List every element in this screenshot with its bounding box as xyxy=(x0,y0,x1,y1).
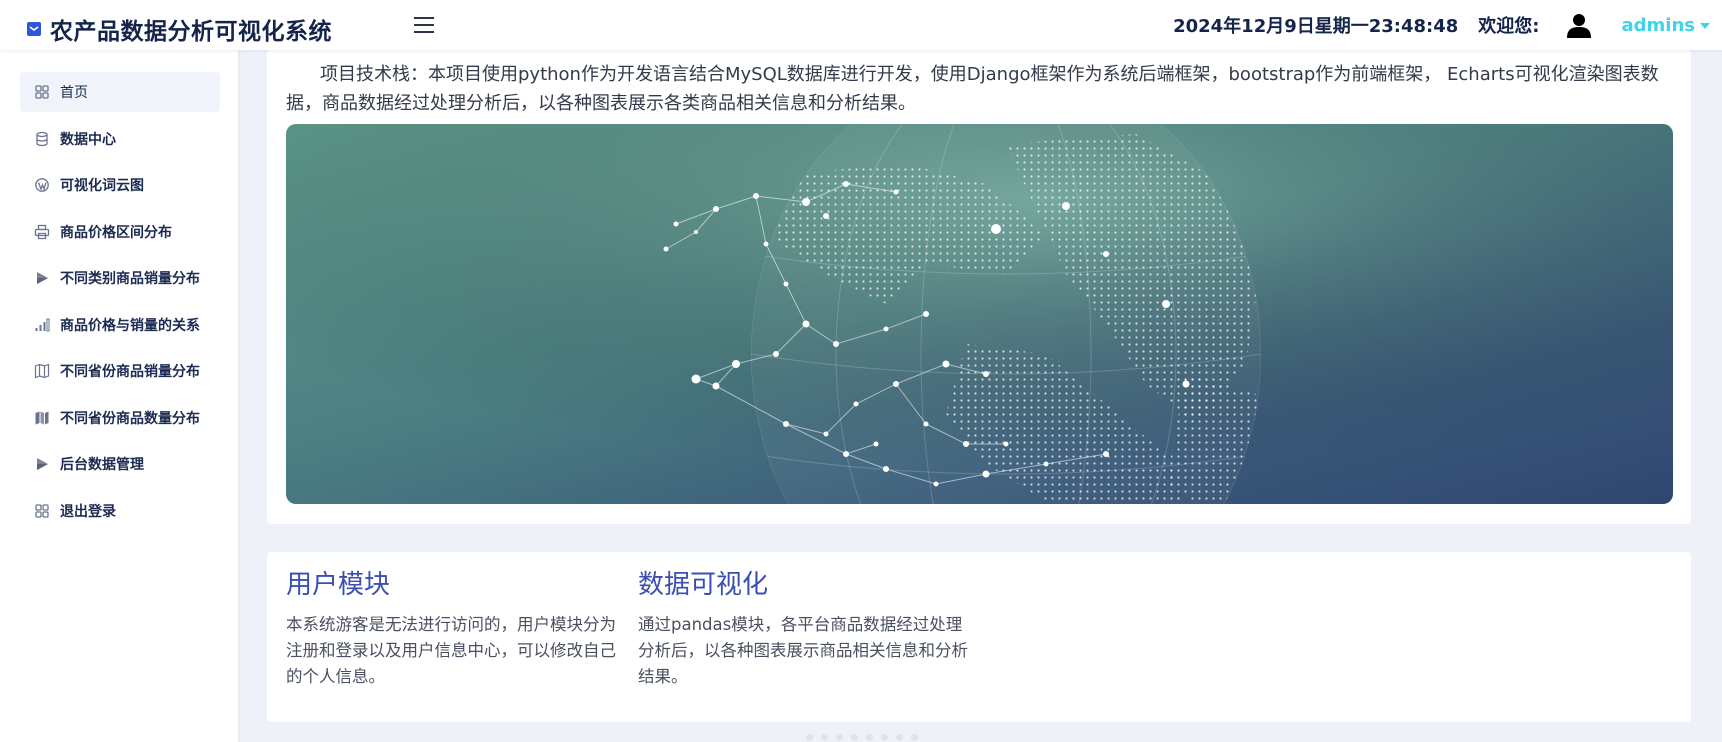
sidebar-item-logout[interactable]: 退出登录 xyxy=(20,491,220,531)
globe-network-image xyxy=(286,124,1673,504)
sidebar-item-label: 可视化词云图 xyxy=(60,178,144,194)
carousel-dot[interactable] xyxy=(911,734,918,741)
sidebar-item-data-center[interactable]: 数据中心 xyxy=(20,119,220,159)
visualization-module-desc: 通过pandas模块，各平台商品数据经过处理分析后，以各种图表展示商品相关信息和… xyxy=(638,615,968,686)
map-filled-icon xyxy=(35,411,49,424)
database-icon xyxy=(36,131,48,146)
user-module-title: 用户模块 xyxy=(286,570,391,600)
header-right: 2024年12月9日星期一23:48:48 欢迎您: admins xyxy=(1173,0,1710,50)
carousel-dots xyxy=(806,734,926,741)
sidebar-item-price-sales-relation[interactable]: 商品价格与销量的关系 xyxy=(20,305,220,345)
sidebar-item-wordcloud[interactable]: 可视化词云图 xyxy=(20,165,220,205)
sidebar-item-label: 不同省份商品数量分布 xyxy=(60,410,200,427)
carousel-dot[interactable] xyxy=(896,734,903,741)
user-module: 用户模块 本系统游客是无法进行访问的，用户模块分为注册和登录以及用户信息中心，可… xyxy=(286,568,618,690)
carousel-dot[interactable] xyxy=(881,734,888,741)
app-title: 农产品数据分析可视化系统 xyxy=(50,19,332,45)
sidebar-item-admin[interactable]: 后台数据管理 xyxy=(20,444,220,484)
caret-down-icon xyxy=(1700,23,1710,29)
user-module-desc: 本系统游客是无法进行访问的，用户模块分为注册和登录以及用户信息中心，可以修改自己… xyxy=(286,615,616,686)
play-icon xyxy=(37,458,48,470)
carousel-dot[interactable] xyxy=(851,734,858,741)
sidebar-item-label: 不同类别商品销量分布 xyxy=(60,271,200,287)
sidebar-item-label: 后台数据管理 xyxy=(60,457,144,473)
grid-icon xyxy=(35,503,49,518)
carousel-dot[interactable] xyxy=(806,734,813,741)
current-datetime: 2024年12月9日星期一23:48:48 xyxy=(1173,16,1459,37)
wordpress-icon xyxy=(35,178,49,192)
sidebar-item-category-sales[interactable]: 不同类别商品销量分布 xyxy=(20,258,220,298)
sidebar-item-label: 首页 xyxy=(60,85,88,101)
visualization-module: 数据可视化 通过pandas模块，各平台商品数据经过处理分析后，以各种图表展示商… xyxy=(638,568,970,690)
grid-icon xyxy=(35,85,49,99)
user-dropdown[interactable]: admins xyxy=(1621,14,1710,36)
bar-chart-icon xyxy=(35,318,50,331)
sidebar-item-province-count[interactable]: 不同省份商品数量分布 xyxy=(20,398,220,438)
play-icon xyxy=(37,272,48,284)
sidebar-item-label: 商品价格与销量的关系 xyxy=(60,317,200,334)
user-icon[interactable] xyxy=(1566,12,1592,38)
carousel-dot[interactable] xyxy=(821,734,828,741)
sidebar-item-label: 数据中心 xyxy=(60,131,116,148)
mail-box-icon xyxy=(27,22,41,36)
visualization-module-title: 数据可视化 xyxy=(638,570,769,600)
username-label: admins xyxy=(1621,14,1696,36)
globe-banner xyxy=(286,124,1673,504)
carousel-dot[interactable] xyxy=(836,734,843,741)
sidebar-item-home[interactable]: 首页 xyxy=(20,72,220,112)
brand[interactable]: 农产品数据分析可视化系统 xyxy=(26,12,332,46)
welcome-text: 欢迎您: xyxy=(1478,16,1540,37)
sidebar: 首页 数据中心 可视化词云图 商品价格区间分布 不同类别商品销量分布 商品价格与… xyxy=(0,50,238,742)
sidebar-item-label: 不同省份商品销量分布 xyxy=(60,364,200,380)
tech-stack-intro: 项目技术栈：本项目使用python作为开发语言结合MySQL数据库进行开发，使用… xyxy=(286,64,1659,114)
sidebar-item-label: 商品价格区间分布 xyxy=(60,224,172,241)
hamburger-menu-icon[interactable] xyxy=(412,13,436,37)
map-icon xyxy=(34,363,50,379)
sidebar-item-price-range[interactable]: 商品价格区间分布 xyxy=(20,212,220,252)
carousel-dot[interactable] xyxy=(866,734,873,741)
sidebar-item-province-sales[interactable]: 不同省份商品销量分布 xyxy=(20,351,220,391)
sidebar-item-label: 退出登录 xyxy=(60,503,116,520)
top-header: 农产品数据分析可视化系统 2024年12月9日星期一23:48:48 欢迎您: … xyxy=(0,0,1722,50)
printer-icon xyxy=(34,224,50,239)
